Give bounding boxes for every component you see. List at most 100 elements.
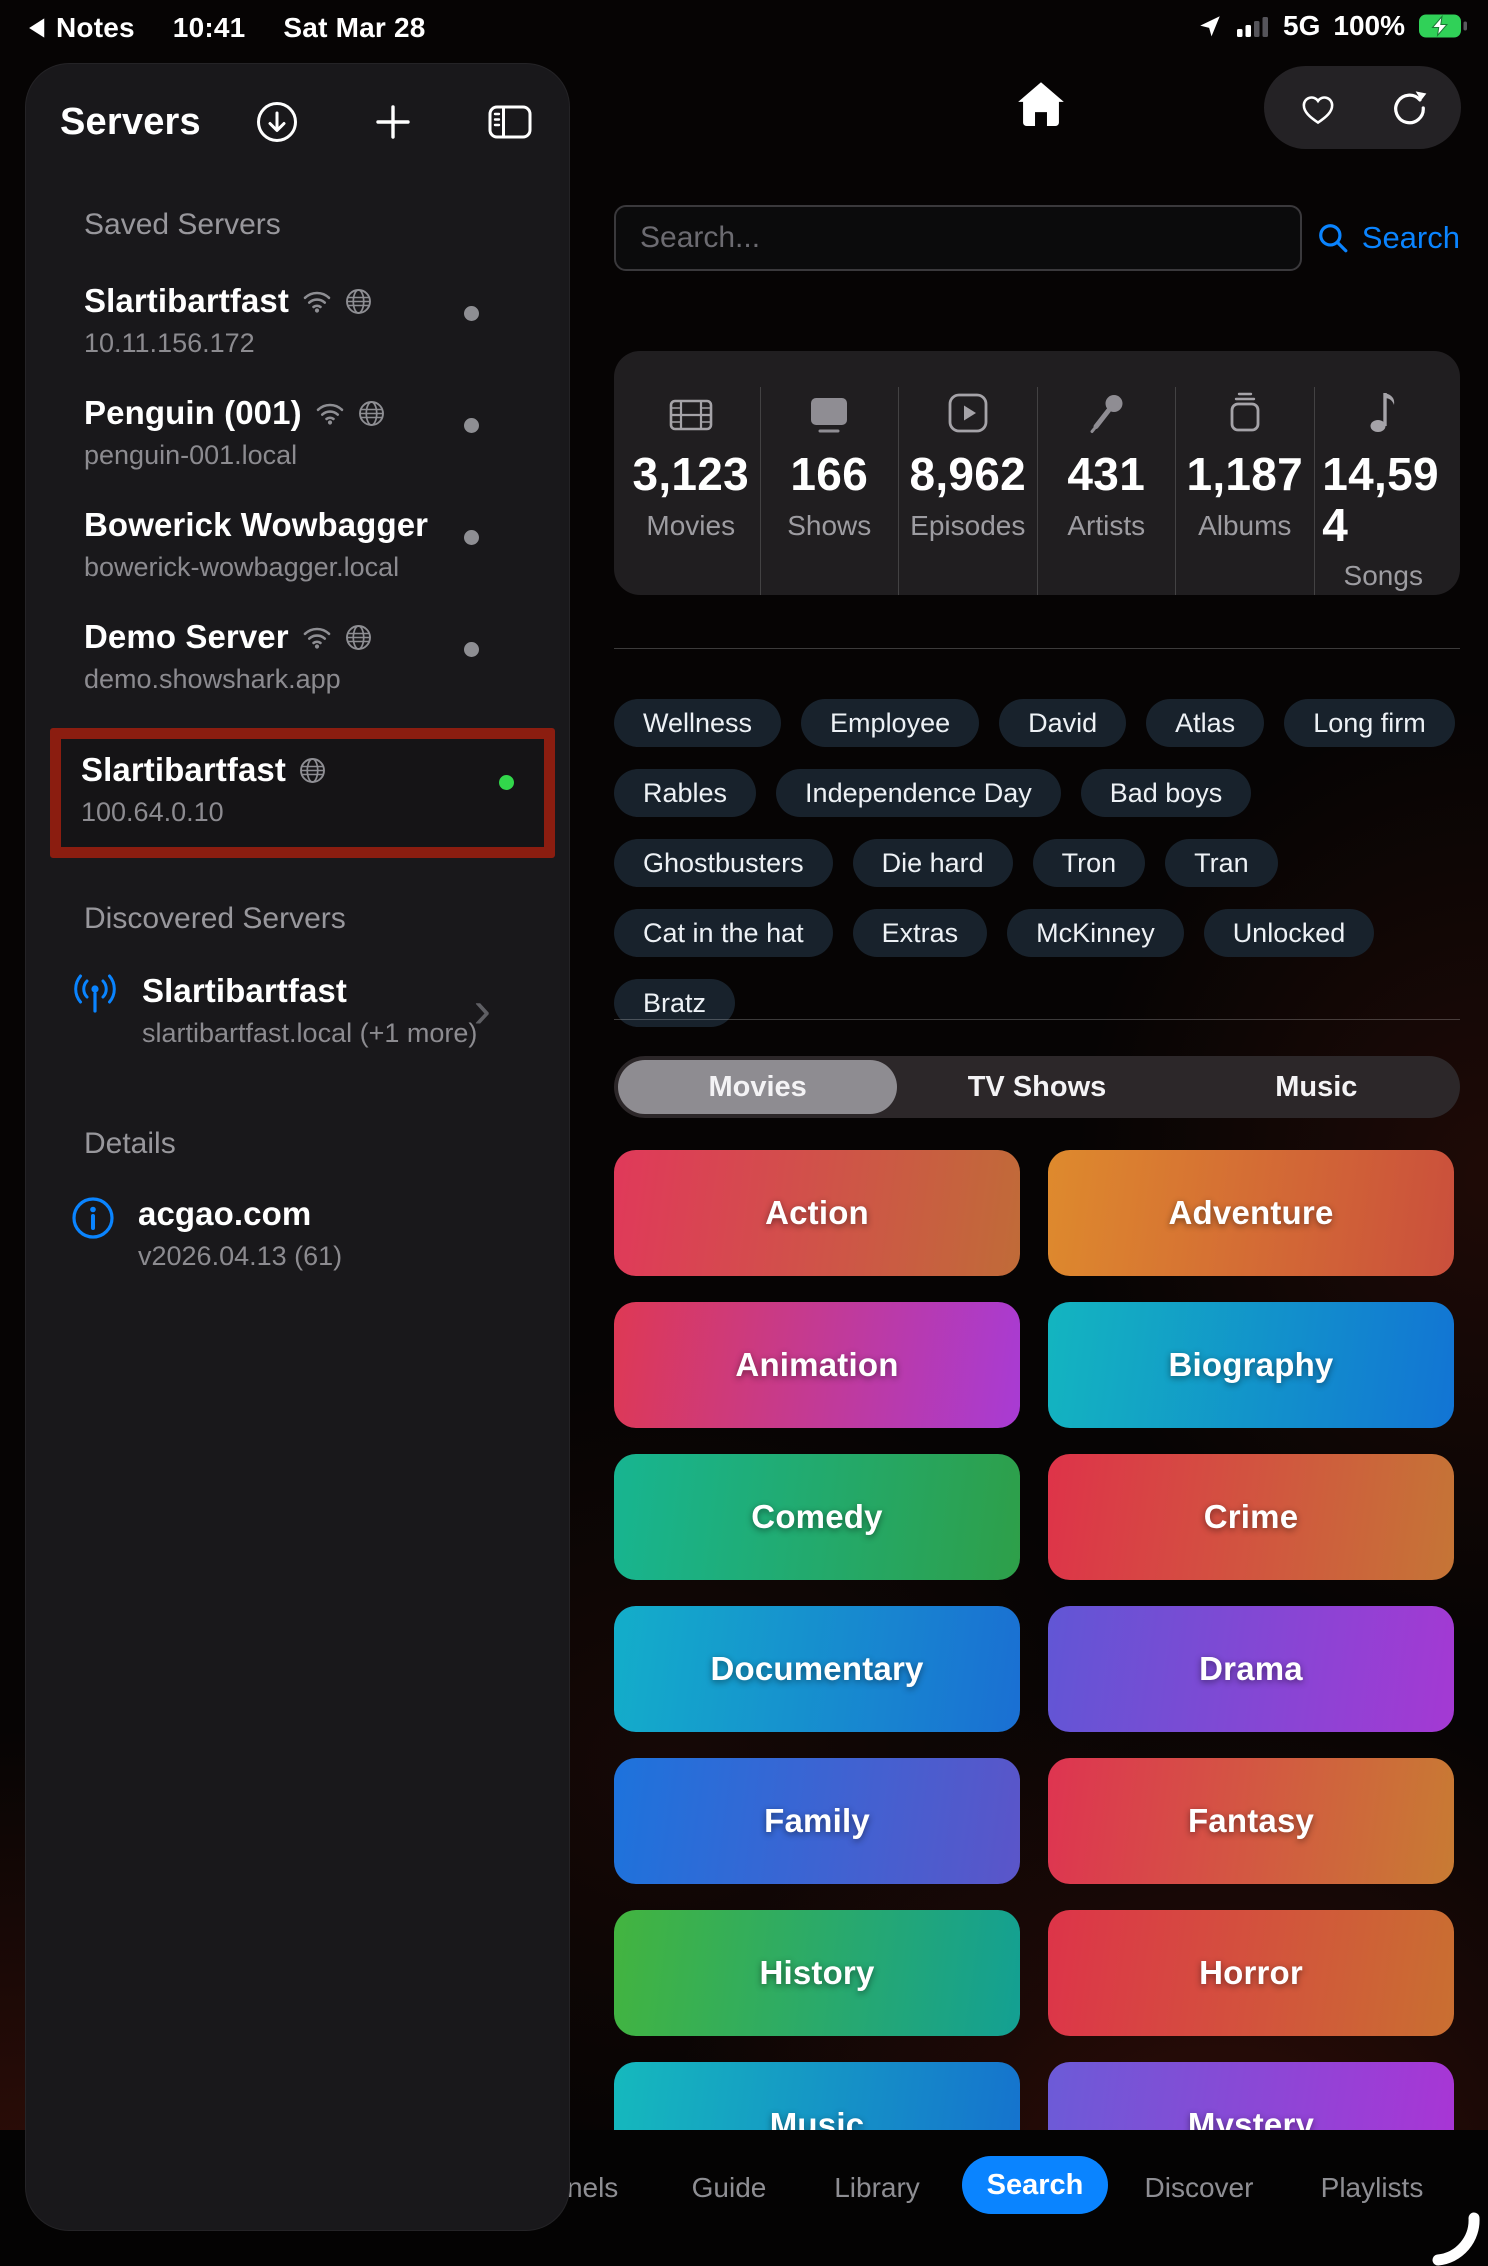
home-button[interactable]	[1016, 80, 1066, 128]
sidebar-title: Servers	[60, 100, 201, 143]
back-app-label: Notes	[56, 12, 135, 43]
genre-tile[interactable]: Family	[614, 1758, 1020, 1884]
tag-chip[interactable]: Bad boys	[1080, 769, 1252, 817]
stat-value: 14,594	[1322, 448, 1439, 551]
tag-chip[interactable]: Die hard	[852, 839, 1013, 887]
tag-chip[interactable]: Extras	[852, 909, 988, 957]
tag-chip[interactable]: Employee	[801, 699, 980, 747]
server-row-slartibartfast-1[interactable]: Slartibartfast 10.11.156.172	[60, 264, 533, 376]
genre-tile[interactable]: Drama	[1048, 1606, 1454, 1732]
tag-chip[interactable]: Tron	[1032, 839, 1146, 887]
tag-chip[interactable]: Wellness	[614, 699, 782, 747]
server-address: demo.showshark.app	[84, 664, 341, 694]
network-type-label: 5G	[1283, 10, 1321, 41]
tag-chip[interactable]: Unlocked	[1203, 909, 1375, 957]
genre-tile[interactable]: Biography	[1048, 1302, 1454, 1428]
segment-tv-shows[interactable]: TV Shows	[897, 1060, 1176, 1114]
tag-chip-list: Wellness Employee David Atlas Long firm …	[614, 699, 1474, 1027]
app-details-row[interactable]: acgao.com v2026.04.13 (61)	[60, 1195, 533, 1272]
tab-guide[interactable]: Guide	[692, 2172, 767, 2204]
tag-chip[interactable]: Rables	[614, 769, 757, 817]
discovered-servers-header: Discovered Servers	[84, 902, 346, 935]
status-time: 10:41	[172, 12, 246, 43]
stat-albums: 1,187 Albums	[1176, 387, 1315, 595]
wifi-icon	[303, 291, 331, 313]
tab-playlists[interactable]: Playlists	[1321, 2172, 1424, 2204]
tag-chip[interactable]: Long firm	[1284, 699, 1455, 747]
stat-value: 3,123	[632, 448, 750, 500]
genre-tile[interactable]: Action	[614, 1150, 1020, 1276]
tag-chip[interactable]: Ghostbusters	[614, 839, 833, 887]
genre-label: Documentary	[710, 1650, 924, 1687]
genre-label: Biography	[1168, 1346, 1334, 1383]
genre-label: Adventure	[1168, 1194, 1334, 1231]
genre-tile[interactable]: Adventure	[1048, 1150, 1454, 1276]
server-address: 10.11.156.172	[84, 328, 255, 358]
sidebar-header: Servers	[60, 94, 533, 150]
wifi-icon	[316, 403, 343, 425]
genre-tile[interactable]: Animation	[614, 1302, 1020, 1428]
tag-chip[interactable]: Tran	[1165, 839, 1278, 887]
genre-tile[interactable]: Documentary	[614, 1606, 1020, 1732]
favorite-button[interactable]	[1298, 90, 1338, 126]
location-arrow-icon	[1200, 16, 1220, 37]
play-square-icon	[948, 393, 988, 433]
tag-chip[interactable]: Independence Day	[776, 769, 1061, 817]
globe-icon	[345, 624, 371, 650]
add-server-button[interactable]	[373, 102, 413, 142]
library-stats-card: 3,123 Movies 166 Shows 8,962 Episodes 43…	[614, 351, 1460, 595]
segment-movies[interactable]: Movies	[618, 1060, 898, 1114]
server-row-slartibartfast-selected[interactable]: Slartibartfast 100.64.0.10	[61, 741, 544, 837]
stat-value: 166	[790, 448, 869, 500]
stat-movies: 3,123 Movies	[622, 387, 761, 595]
stat-artists: 431 Artists	[1038, 387, 1176, 595]
film-icon	[669, 399, 713, 431]
search-bar: Search	[614, 205, 1460, 271]
tag-chip[interactable]: David	[999, 699, 1127, 747]
genre-tile[interactable]: Horror	[1048, 1910, 1454, 2036]
back-to-app-button[interactable]: Notes	[26, 12, 135, 44]
toggle-sidebar-button[interactable]	[487, 103, 533, 141]
segment-music[interactable]: Music	[1177, 1060, 1456, 1114]
genre-tile[interactable]: Comedy	[614, 1454, 1020, 1580]
tab-search-active[interactable]: Search	[962, 2156, 1108, 2214]
annotation-highlight-box: Slartibartfast 100.64.0.10	[50, 728, 555, 858]
server-row-demo[interactable]: Demo Server demo.showshark.app	[60, 600, 533, 712]
genre-tile[interactable]: Crime	[1048, 1454, 1454, 1580]
genre-label: Horror	[1199, 1954, 1303, 1991]
server-address: 100.64.0.10	[81, 797, 224, 827]
logo-swoosh	[1432, 2212, 1480, 2266]
back-triangle-icon	[29, 18, 45, 38]
refresh-button[interactable]	[1390, 88, 1428, 128]
server-address: bowerick-wowbagger.local	[84, 552, 400, 582]
app-screen: Notes 10:41 Sat Mar 28 5G 100% Guide Lib…	[0, 0, 1488, 2266]
tag-chip[interactable]: Cat in the hat	[614, 909, 833, 957]
server-row-bowerick[interactable]: Bowerick Wowbagger bowerick-wowbagger.lo…	[60, 488, 533, 600]
genre-tile[interactable]: History	[614, 1910, 1020, 2036]
tab-library[interactable]: Library	[834, 2172, 920, 2204]
tag-chip[interactable]: Atlas	[1146, 699, 1265, 747]
download-server-button[interactable]	[255, 100, 299, 144]
search-input[interactable]	[614, 205, 1302, 271]
server-row-penguin[interactable]: Penguin (001) penguin-001.local	[60, 376, 533, 488]
stat-label: Artists	[1067, 509, 1146, 541]
genre-grid: Action Adventure Animation Biography Com…	[614, 1150, 1460, 2188]
server-name: Bowerick Wowbagger	[84, 506, 429, 543]
stat-value: 431	[1067, 448, 1146, 500]
search-button-label: Search	[1361, 220, 1460, 255]
tag-chip[interactable]: McKinney	[1007, 909, 1184, 957]
signal-bars-icon	[1237, 17, 1269, 37]
discovered-server-address: slartibartfast.local (+1 more)	[142, 1018, 478, 1048]
microphone-icon	[1090, 395, 1123, 433]
genre-tile[interactable]: Fantasy	[1048, 1758, 1454, 1884]
discovered-server-row[interactable]: Slartibartfast slartibartfast.local (+1 …	[60, 970, 533, 1049]
search-button[interactable]: Search	[1317, 220, 1460, 256]
genre-label: Drama	[1199, 1650, 1303, 1687]
wifi-icon	[303, 627, 331, 649]
tab-discover[interactable]: Discover	[1145, 2172, 1254, 2204]
music-note-icon	[1370, 393, 1395, 432]
genre-label: Family	[764, 1802, 870, 1839]
divider	[614, 648, 1460, 649]
app-domain: acgao.com	[138, 1195, 312, 1232]
divider	[614, 1019, 1460, 1020]
